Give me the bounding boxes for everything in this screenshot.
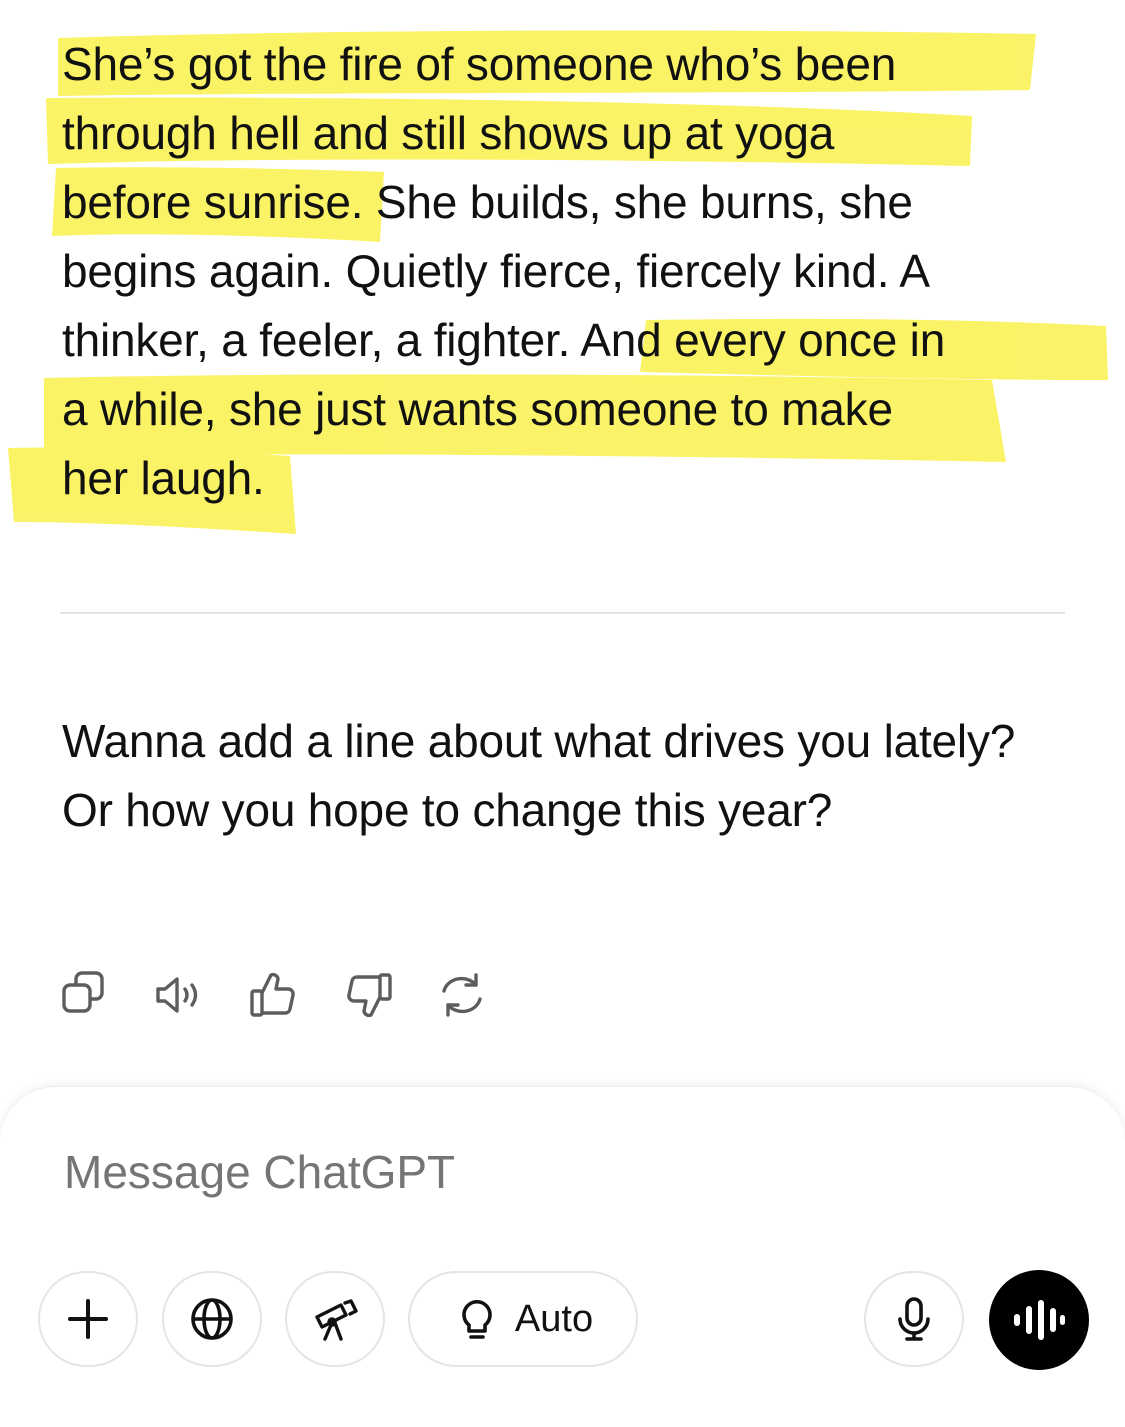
message-segment: She’s got the fire of someone who’s been — [62, 38, 897, 90]
message-segment: thinker, a feeler, a fighter. — [62, 314, 581, 366]
message-line: a while, she just wants someone to make — [62, 375, 1082, 444]
message-divider — [60, 612, 1065, 614]
message-line: begins again. Quietly fierce, fiercely k… — [62, 237, 1082, 306]
globe-icon — [191, 1298, 233, 1340]
bad-response-button[interactable] — [342, 967, 436, 1023]
message-segment: her laugh. — [62, 452, 265, 504]
good-response-button[interactable] — [248, 967, 342, 1023]
message-line: thinker, a feeler, a fighter. And every … — [62, 306, 1082, 375]
read-aloud-button[interactable] — [154, 967, 248, 1023]
message-segment: before sunrise — [62, 176, 351, 228]
web-search-button[interactable] — [162, 1271, 262, 1367]
voice-mode-button[interactable] — [989, 1270, 1089, 1370]
message-line: her laugh. — [62, 444, 1082, 513]
thumbs-down-icon — [347, 973, 392, 1018]
composer: Auto — [0, 1086, 1125, 1427]
dictate-button[interactable] — [864, 1271, 964, 1367]
assistant-followup: Wanna add a line about what drives you l… — [62, 715, 1016, 836]
reasoning-mode-label: Auto — [514, 1297, 594, 1340]
plus-icon — [68, 1299, 108, 1339]
message-segment: . She builds, she burns, she — [350, 176, 913, 228]
reasoning-mode-button[interactable]: Auto — [408, 1271, 638, 1367]
assistant-message: She’s got the fire of someone who’s been… — [62, 30, 1082, 513]
message-line: She’s got the fire of someone who’s been — [62, 30, 1082, 99]
message-actions — [60, 967, 530, 1023]
thumbs-up-icon — [250, 972, 295, 1017]
add-attachment-button[interactable] — [38, 1271, 138, 1367]
telescope-icon — [315, 1299, 358, 1341]
copy-button[interactable] — [60, 967, 154, 1023]
microphone-icon — [898, 1297, 930, 1341]
regenerate-button[interactable] — [436, 967, 530, 1023]
regenerate-icon — [442, 973, 482, 1017]
speaker-icon — [156, 977, 198, 1013]
message-segment: through hell and still shows up at yoga — [62, 107, 835, 159]
message-segment: begins again. Quietly fierce, fiercely k… — [62, 245, 930, 297]
lightbulb-icon — [462, 1299, 492, 1339]
message-line: before sunrise. She builds, she burns, s… — [62, 168, 1082, 237]
message-line: through hell and still shows up at yoga — [62, 99, 1082, 168]
deep-research-button[interactable] — [285, 1271, 385, 1367]
message-segment: And every once in — [580, 314, 946, 366]
message-input[interactable] — [64, 1145, 1044, 1199]
voice-waveform-icon — [1014, 1300, 1065, 1340]
message-segment: a while, she just wants someone to make — [62, 383, 893, 435]
copy-icon — [62, 971, 104, 1013]
